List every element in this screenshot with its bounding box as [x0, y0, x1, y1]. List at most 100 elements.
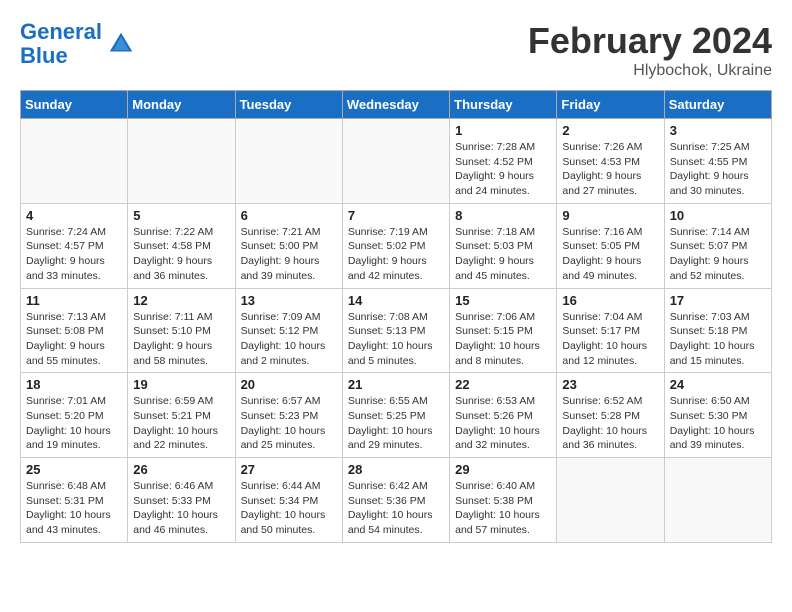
calendar-cell: 14Sunrise: 7:08 AM Sunset: 5:13 PM Dayli… — [342, 288, 449, 373]
calendar-cell — [664, 458, 771, 543]
day-info: Sunrise: 7:01 AM Sunset: 5:20 PM Dayligh… — [26, 394, 122, 453]
calendar-cell: 13 Sunrise: 7:09 AM Sunset: 5:12 PM Dayli… — [235, 288, 342, 373]
day-info: Sunrise: 7:04 AM Sunset: 5:17 PM Dayligh… — [562, 310, 658, 369]
day-number: 26 — [133, 462, 229, 477]
day-number: 3 — [670, 123, 766, 138]
day-number: 18 — [26, 377, 122, 392]
logo-icon — [106, 29, 136, 59]
calendar-cell: 12 Sunrise: 7:11 AM Sunset: 5:10 PM Dayli… — [128, 288, 235, 373]
day-info: Sunrise: 6:55 AM Sunset: 5:25 PM Dayligh… — [348, 394, 444, 453]
day-info: Sunrise: 6:42 AM Sunset: 5:36 PM Dayligh… — [348, 479, 444, 538]
calendar-cell — [235, 119, 342, 204]
day-number: 27 — [241, 462, 337, 477]
day-number: 12 — [133, 293, 229, 308]
calendar-cell — [342, 119, 449, 204]
calendar-cell: 23 Sunrise: 6:52 AM Sunset: 5:28 PM Dayli… — [557, 373, 664, 458]
day-info: Sunrise: 7:06 AM Sunset: 5:15 PM Dayligh… — [455, 310, 551, 369]
calendar-week-row: 11Sunrise: 7:13 AM Sunset: 5:08 PM Dayli… — [21, 288, 772, 373]
day-info: Sunrise: 7:26 AM Sunset: 4:53 PM Dayligh… — [562, 140, 658, 199]
calendar-cell: 11Sunrise: 7:13 AM Sunset: 5:08 PM Dayli… — [21, 288, 128, 373]
day-info: Sunrise: 7:11 AM Sunset: 5:10 PM Dayligh… — [133, 310, 229, 369]
day-info: Sunrise: 7:21 AM Sunset: 5:00 PM Dayligh… — [241, 225, 337, 284]
calendar-cell: 16 Sunrise: 7:04 AM Sunset: 5:17 PM Dayli… — [557, 288, 664, 373]
day-number: 13 — [241, 293, 337, 308]
calendar-week-row: 1 Sunrise: 7:28 AM Sunset: 4:52 PM Daylig… — [21, 119, 772, 204]
day-info: Sunrise: 7:22 AM Sunset: 4:58 PM Dayligh… — [133, 225, 229, 284]
logo: General Blue — [20, 20, 136, 68]
calendar-cell: 24 Sunrise: 6:50 AM Sunset: 5:30 PM Dayli… — [664, 373, 771, 458]
day-info: Sunrise: 6:50 AM Sunset: 5:30 PM Dayligh… — [670, 394, 766, 453]
calendar-cell: 5 Sunrise: 7:22 AM Sunset: 4:58 PM Daylig… — [128, 203, 235, 288]
day-info: Sunrise: 7:28 AM Sunset: 4:52 PM Dayligh… — [455, 140, 551, 199]
calendar-cell: 3 Sunrise: 7:25 AM Sunset: 4:55 PM Daylig… — [664, 119, 771, 204]
day-number: 9 — [562, 208, 658, 223]
page-header: General Blue February 2024 Hlybochok, Uk… — [20, 20, 772, 80]
day-info: Sunrise: 6:52 AM Sunset: 5:28 PM Dayligh… — [562, 394, 658, 453]
logo-text: General Blue — [20, 20, 102, 68]
day-number: 8 — [455, 208, 551, 223]
day-info: Sunrise: 6:53 AM Sunset: 5:26 PM Dayligh… — [455, 394, 551, 453]
day-info: Sunrise: 7:14 AM Sunset: 5:07 PM Dayligh… — [670, 225, 766, 284]
calendar-cell — [21, 119, 128, 204]
day-info: Sunrise: 7:24 AM Sunset: 4:57 PM Dayligh… — [26, 225, 122, 284]
calendar-cell: 1 Sunrise: 7:28 AM Sunset: 4:52 PM Daylig… — [450, 119, 557, 204]
day-number: 1 — [455, 123, 551, 138]
weekday-header-row: SundayMondayTuesdayWednesdayThursdayFrid… — [21, 91, 772, 119]
day-info: Sunrise: 7:03 AM Sunset: 5:18 PM Dayligh… — [670, 310, 766, 369]
calendar-cell — [557, 458, 664, 543]
day-info: Sunrise: 6:59 AM Sunset: 5:21 PM Dayligh… — [133, 394, 229, 453]
weekday-header-wednesday: Wednesday — [342, 91, 449, 119]
day-number: 19 — [133, 377, 229, 392]
day-number: 16 — [562, 293, 658, 308]
day-info: Sunrise: 7:16 AM Sunset: 5:05 PM Dayligh… — [562, 225, 658, 284]
day-number: 23 — [562, 377, 658, 392]
day-number: 21 — [348, 377, 444, 392]
weekday-header-friday: Friday — [557, 91, 664, 119]
calendar-cell: 9 Sunrise: 7:16 AM Sunset: 5:05 PM Daylig… — [557, 203, 664, 288]
calendar-cell: 20 Sunrise: 6:57 AM Sunset: 5:23 PM Dayli… — [235, 373, 342, 458]
day-info: Sunrise: 6:46 AM Sunset: 5:33 PM Dayligh… — [133, 479, 229, 538]
day-number: 24 — [670, 377, 766, 392]
day-number: 2 — [562, 123, 658, 138]
day-number: 29 — [455, 462, 551, 477]
weekday-header-saturday: Saturday — [664, 91, 771, 119]
day-number: 20 — [241, 377, 337, 392]
calendar-cell: 17 Sunrise: 7:03 AM Sunset: 5:18 PM Dayli… — [664, 288, 771, 373]
day-number: 28 — [348, 462, 444, 477]
calendar-cell: 6Sunrise: 7:21 AM Sunset: 5:00 PM Daylig… — [235, 203, 342, 288]
calendar-week-row: 4 Sunrise: 7:24 AM Sunset: 4:57 PM Daylig… — [21, 203, 772, 288]
day-number: 7 — [348, 208, 444, 223]
weekday-header-monday: Monday — [128, 91, 235, 119]
day-number: 4 — [26, 208, 122, 223]
calendar-cell: 10 Sunrise: 7:14 AM Sunset: 5:07 PM Dayli… — [664, 203, 771, 288]
day-info: Sunrise: 7:08 AM Sunset: 5:13 PM Dayligh… — [348, 310, 444, 369]
calendar-week-row: 18 Sunrise: 7:01 AM Sunset: 5:20 PM Dayli… — [21, 373, 772, 458]
calendar-cell: 2 Sunrise: 7:26 AM Sunset: 4:53 PM Daylig… — [557, 119, 664, 204]
calendar-cell: 4 Sunrise: 7:24 AM Sunset: 4:57 PM Daylig… — [21, 203, 128, 288]
day-number: 25 — [26, 462, 122, 477]
calendar-cell — [128, 119, 235, 204]
day-number: 10 — [670, 208, 766, 223]
day-number: 5 — [133, 208, 229, 223]
calendar-cell: 21 Sunrise: 6:55 AM Sunset: 5:25 PM Dayli… — [342, 373, 449, 458]
calendar-cell: 26 Sunrise: 6:46 AM Sunset: 5:33 PM Dayli… — [128, 458, 235, 543]
calendar-table: SundayMondayTuesdayWednesdayThursdayFrid… — [20, 90, 772, 543]
weekday-header-tuesday: Tuesday — [235, 91, 342, 119]
title-block: February 2024 Hlybochok, Ukraine — [528, 20, 772, 80]
day-number: 11 — [26, 293, 122, 308]
calendar-cell: 22Sunrise: 6:53 AM Sunset: 5:26 PM Dayli… — [450, 373, 557, 458]
day-info: Sunrise: 6:44 AM Sunset: 5:34 PM Dayligh… — [241, 479, 337, 538]
calendar-cell: 28 Sunrise: 6:42 AM Sunset: 5:36 PM Dayli… — [342, 458, 449, 543]
calendar-cell: 27 Sunrise: 6:44 AM Sunset: 5:34 PM Dayli… — [235, 458, 342, 543]
calendar-week-row: 25Sunrise: 6:48 AM Sunset: 5:31 PM Dayli… — [21, 458, 772, 543]
calendar-cell: 29Sunrise: 6:40 AM Sunset: 5:38 PM Dayli… — [450, 458, 557, 543]
month-title: February 2024 — [528, 20, 772, 62]
calendar-cell: 8Sunrise: 7:18 AM Sunset: 5:03 PM Daylig… — [450, 203, 557, 288]
calendar-cell: 25Sunrise: 6:48 AM Sunset: 5:31 PM Dayli… — [21, 458, 128, 543]
day-info: Sunrise: 6:57 AM Sunset: 5:23 PM Dayligh… — [241, 394, 337, 453]
location: Hlybochok, Ukraine — [528, 62, 772, 80]
day-number: 17 — [670, 293, 766, 308]
day-info: Sunrise: 7:19 AM Sunset: 5:02 PM Dayligh… — [348, 225, 444, 284]
day-info: Sunrise: 7:09 AM Sunset: 5:12 PM Dayligh… — [241, 310, 337, 369]
day-info: Sunrise: 7:25 AM Sunset: 4:55 PM Dayligh… — [670, 140, 766, 199]
